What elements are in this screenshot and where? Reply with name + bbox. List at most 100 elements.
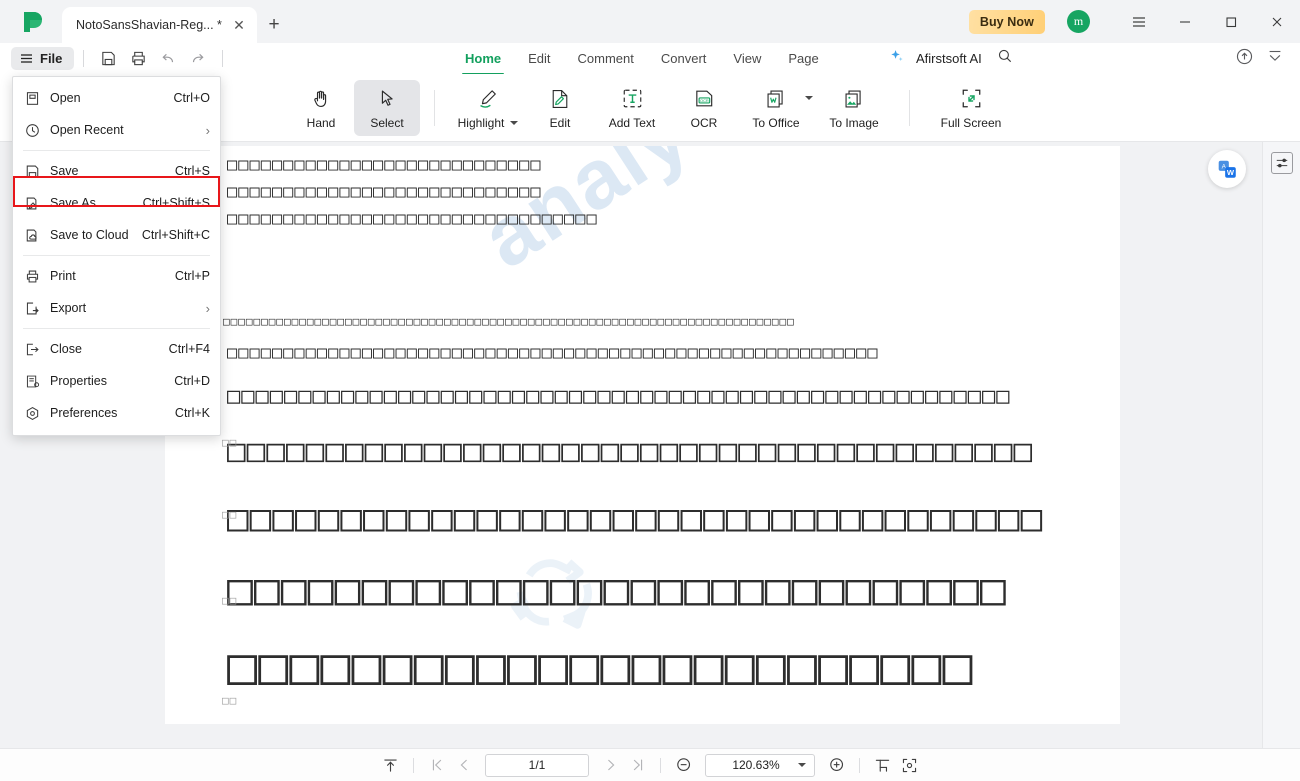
cloud-upload-icon[interactable] <box>1235 47 1254 71</box>
tab-convert[interactable]: Convert <box>661 46 707 71</box>
hamburger-menu-icon[interactable] <box>1116 0 1162 43</box>
preferences-icon <box>25 406 47 421</box>
document-line: □□□□□□□□□□□□□□□□□□□□□□□□□□□□□ <box>227 565 1007 615</box>
menu-item-shortcut: Ctrl+Shift+C <box>141 228 210 242</box>
tab-view[interactable]: View <box>733 46 761 71</box>
zoom-out-icon[interactable] <box>670 753 697 777</box>
document-gutter-mark: □□ <box>222 694 238 707</box>
maximize-icon[interactable] <box>1208 0 1254 43</box>
menu-item-properties[interactable]: Properties Ctrl+D <box>13 365 220 397</box>
tab-edit[interactable]: Edit <box>528 46 550 71</box>
document-gutter-mark: □□ <box>222 594 238 607</box>
tab-comment[interactable]: Comment <box>578 46 634 71</box>
tool-select[interactable]: Select <box>354 79 420 136</box>
menu-item-preferences[interactable]: Preferences Ctrl+K <box>13 397 220 429</box>
menu-item-label: Save As <box>50 196 96 210</box>
menu-bar: File Home Edit Comment Convert View Page… <box>0 43 1300 75</box>
menu-item-print[interactable]: Print Ctrl+P <box>13 260 220 292</box>
undo-icon[interactable] <box>153 47 183 71</box>
document-line: □□□□□□□□□□□□□□□□□□□□□□□□□□□□□□□□□ <box>227 209 598 229</box>
close-window-icon[interactable] <box>1254 0 1300 43</box>
menu-item-label: Properties <box>50 374 107 388</box>
ai-group: Afirstsoft AI <box>888 43 1013 74</box>
to-office-icon <box>764 86 788 112</box>
tool-hand[interactable]: Hand <box>288 80 354 136</box>
menu-item-label: Export <box>50 301 87 315</box>
chevron-down-icon[interactable] <box>805 95 813 100</box>
translate-to-word-icon[interactable]: A W <box>1208 150 1246 188</box>
print-icon[interactable] <box>123 47 153 71</box>
open-file-icon <box>25 91 47 106</box>
search-icon[interactable] <box>997 48 1013 69</box>
tool-ocr[interactable]: OCR OCR <box>671 80 737 136</box>
tool-label: Hand <box>306 115 336 130</box>
collapse-ribbon-icon[interactable] <box>1266 47 1284 70</box>
menu-item-label: Preferences <box>50 406 118 420</box>
svg-text:OCR: OCR <box>700 98 709 103</box>
status-bar: 1/1 120.63% <box>0 748 1300 781</box>
chevron-down-icon[interactable] <box>510 120 519 125</box>
tool-label: Select <box>370 115 404 130</box>
tool-to-image[interactable]: To Image <box>815 80 893 136</box>
menu-item-save-as[interactable]: Save As Ctrl+Shift+S <box>13 187 220 219</box>
document-line: □□□□□□□□□□□□□□□□□□□□□□□□□□□□ <box>227 155 542 175</box>
printer-icon <box>25 269 47 284</box>
save-icon[interactable] <box>93 47 123 71</box>
tab-page[interactable]: Page <box>788 46 818 71</box>
menu-item-open-recent[interactable]: Open Recent › <box>13 114 220 146</box>
close-icon[interactable]: ✕ <box>229 15 249 35</box>
first-page-icon[interactable] <box>423 753 450 777</box>
menu-item-shortcut: Ctrl+D <box>174 374 210 388</box>
tab-home[interactable]: Home <box>461 46 505 75</box>
zoom-level-value: 120.63% <box>732 758 780 772</box>
previous-page-icon[interactable] <box>450 753 477 777</box>
chevron-down-icon[interactable] <box>798 763 806 767</box>
export-icon <box>25 301 47 316</box>
tool-full-screen[interactable]: Full Screen <box>926 80 1016 136</box>
menu-item-open[interactable]: Open Ctrl+O <box>13 82 220 114</box>
pdf-page[interactable]: analyse □□□□□□□□□□□□□□□□□□□□□□□□□□□□ □□□□… <box>165 146 1120 724</box>
divider <box>23 255 210 256</box>
save-as-icon <box>25 196 47 211</box>
tool-add-text[interactable]: Add Text <box>593 80 671 136</box>
document-line: □□□□□□□□□□□□□□□□□□□□□□□□□□□□□□□□□□□□□□□□… <box>227 384 1011 409</box>
document-tab[interactable]: NotoSansShavian-Reg... * ✕ <box>62 7 257 43</box>
new-tab-button[interactable]: + <box>257 7 291 43</box>
document-line: □□□□□□□□□□□□□□□□□□□□□□□□□□□□□□□□□□□□□□□□… <box>227 343 879 363</box>
menu-item-close[interactable]: Close Ctrl+F4 <box>13 333 220 365</box>
tool-to-office[interactable]: To Office <box>737 80 815 136</box>
menu-item-save[interactable]: Save Ctrl+S <box>13 155 220 187</box>
app-window: NotoSansShavian-Reg... * ✕ + Buy Now m F… <box>0 0 1300 781</box>
fit-width-icon[interactable] <box>869 753 896 777</box>
minimize-icon[interactable] <box>1162 0 1208 43</box>
last-page-icon[interactable] <box>624 753 651 777</box>
avatar[interactable]: m <box>1067 10 1090 33</box>
ai-label[interactable]: Afirstsoft AI <box>916 51 982 66</box>
fit-screen-icon[interactable] <box>896 753 923 777</box>
next-page-icon[interactable] <box>597 753 624 777</box>
zoom-in-icon[interactable] <box>823 753 850 777</box>
buy-now-button[interactable]: Buy Now <box>968 9 1045 34</box>
scroll-to-top-icon[interactable] <box>377 753 404 777</box>
menu-item-label: Save <box>50 164 79 178</box>
edit-document-icon <box>549 86 571 112</box>
hand-icon <box>310 86 332 112</box>
panel-settings-icon[interactable] <box>1271 152 1293 174</box>
file-menu-button[interactable]: File <box>11 47 75 70</box>
document-gutter-mark: □□ <box>222 508 238 521</box>
page-number-input[interactable]: 1/1 <box>485 753 589 777</box>
menu-item-export[interactable]: Export › <box>13 292 220 324</box>
menu-item-shortcut: Ctrl+P <box>174 269 210 283</box>
tool-highlight[interactable]: Highlight <box>449 80 527 136</box>
menubar-right-group <box>1235 43 1292 74</box>
redo-icon[interactable] <box>183 47 213 71</box>
page-number-value: 1/1 <box>528 758 546 772</box>
add-text-icon <box>621 86 644 112</box>
file-dropdown-menu[interactable]: Open Ctrl+O Open Recent › Save Ctrl+S Sa… <box>12 76 221 436</box>
menu-item-save-to-cloud[interactable]: Save to Cloud Ctrl+Shift+C <box>13 219 220 251</box>
tool-edit[interactable]: Edit <box>527 80 593 136</box>
document-text-body: □□□□□□□□□□□□□□□□□□□□□□□□□□□□ □□□□□□□□□□□□… <box>165 146 1120 724</box>
zoom-level-select[interactable]: 120.63% <box>705 753 815 777</box>
divider <box>413 757 414 773</box>
divider <box>83 50 85 67</box>
